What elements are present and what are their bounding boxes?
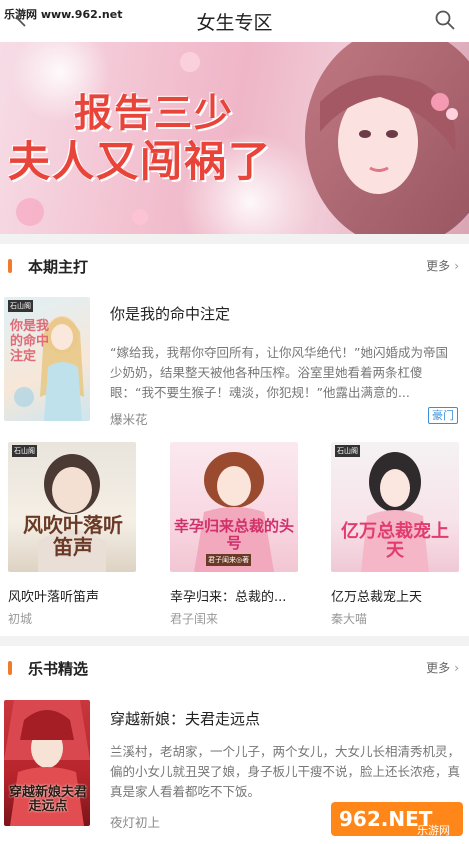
section-divider (0, 234, 469, 244)
more-label: 更多 (426, 259, 451, 273)
site-logo: 962.NET 乐游网 (331, 798, 463, 838)
book-description: “嫁给我，我帮你夺回所有，让你风华绝代！”她闪婚成为帝国少奶奶，结果整天被他各种… (110, 345, 448, 400)
grid-book-1[interactable]: 风吹叶落听笛声 石山阁 风吹叶落听笛声 初城 (8, 442, 136, 630)
cover-title: 风吹叶落听笛声 (23, 513, 123, 559)
section-accent-bar (8, 661, 12, 675)
genre-tag: 豪门 (428, 407, 458, 424)
featured-book[interactable]: 你是我的命中注定 石山阁 你是我的命中注定 “嫁给我，我帮你夺回所有，让你风华绝… (0, 297, 469, 427)
cover-title: 你是我的命中注定 (10, 319, 50, 364)
banner-title-line2: 夫人又闯祸了 (8, 137, 273, 186)
book-cover[interactable]: 幸孕归来总裁的头号 君子闺来◎著 (170, 442, 298, 572)
book-cover[interactable]: 亿万总裁宠上天 石山阁 (331, 442, 459, 572)
section-accent-bar (8, 259, 12, 273)
publisher-badge: 石山阁 (12, 445, 37, 457)
more-label: 更多 (426, 661, 451, 675)
section-title: 本期主打 (28, 258, 89, 276)
book-title[interactable]: 幸孕归来：总裁的... (170, 586, 298, 605)
grid-book-3[interactable]: 亿万总裁宠上天 石山阁 亿万总裁宠上天 秦大喵 (331, 442, 459, 630)
book-title[interactable]: 亿万总裁宠上天 (331, 586, 459, 605)
publisher-badge: 石山阁 (335, 445, 360, 457)
book-author: 夜灯初上 (110, 815, 161, 830)
promo-banner[interactable]: 报告三少 夫人又闯祸了 (0, 42, 469, 234)
section-header-selection: 乐书精选 更多 › (0, 648, 469, 688)
book-cover[interactable]: 风吹叶落听笛声 石山阁 (8, 442, 136, 572)
cover-title: 亿万总裁宠上天 (341, 521, 449, 561)
grid-book-2[interactable]: 幸孕归来总裁的头号 君子闺来◎著 幸孕归来：总裁的... 君子闺来 (170, 442, 298, 630)
chevron-right-icon: › (454, 259, 459, 273)
book-author: 君子闺来 (170, 612, 219, 626)
book-title[interactable]: 风吹叶落听笛声 (8, 586, 136, 605)
section-header-featured: 本期主打 更多 › (0, 246, 469, 286)
more-link[interactable]: 更多 › (426, 659, 459, 676)
top-bar: 乐游网 www.962.net 女生专区 (0, 0, 469, 42)
publisher-badge: 君子闺来◎著 (206, 554, 252, 566)
section-divider (0, 636, 469, 646)
more-link[interactable]: 更多 › (426, 257, 459, 274)
cover-art (194, 452, 274, 572)
book-author: 初城 (8, 612, 33, 626)
publisher-badge: 石山阁 (8, 300, 33, 312)
search-icon[interactable] (435, 10, 455, 30)
cover-title: 幸孕归来总裁的头号 (174, 517, 295, 552)
cover-title: 穿越新娘夫君走远点 (8, 785, 87, 814)
logo-subtext: 乐游网 (417, 824, 450, 837)
page-title: 女生专区 (196, 12, 273, 34)
book-description: 兰溪村，老胡家，一个儿子，两个女儿，大女儿长相清秀机灵，偏的小女儿就丑哭了娘，身… (110, 744, 461, 799)
book-author: 爆米花 (110, 412, 148, 427)
book-cover[interactable]: 你是我的命中注定 石山阁 (4, 297, 90, 421)
section-title: 乐书精选 (28, 660, 89, 678)
book-author: 秦大喵 (331, 612, 368, 626)
book-title[interactable]: 你是我的命中注定 (110, 303, 230, 324)
chevron-right-icon: › (454, 661, 459, 675)
book-cover[interactable]: 穿越新娘夫君走远点 (4, 700, 90, 826)
book-title[interactable]: 穿越新娘：夫君走远点 (110, 708, 260, 729)
